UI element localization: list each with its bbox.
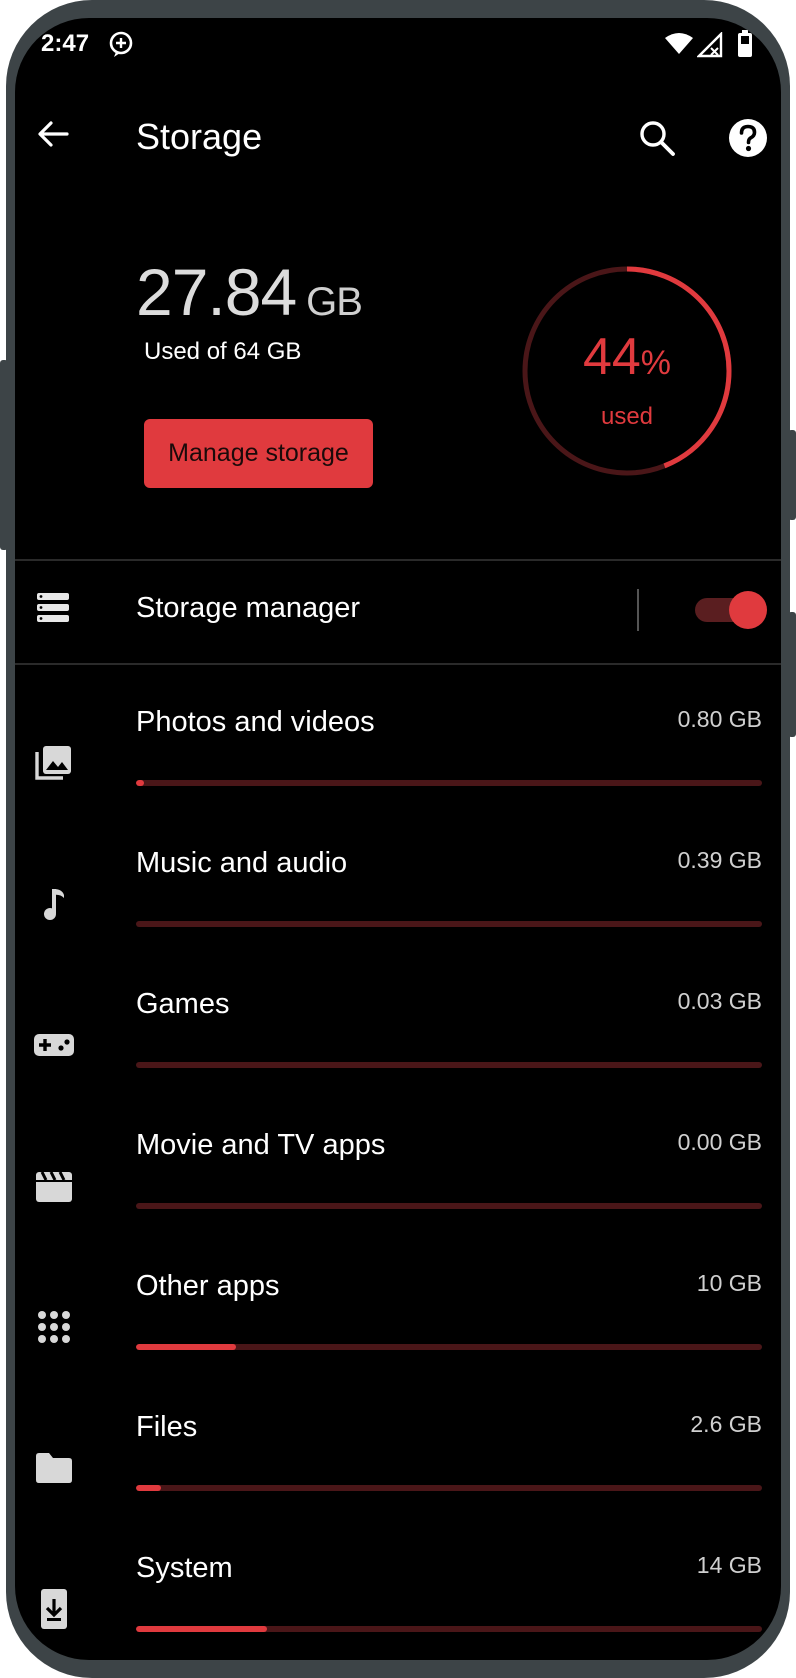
status-time: 2:47 [41,30,90,57]
storage-manager-row[interactable]: Storage manager [15,559,781,663]
category-row-music[interactable]: Music and audio 0.39 GB [15,835,781,975]
category-size: 10 GB [696,1270,762,1296]
power-button-top [788,430,796,520]
category-label: Photos and videos [136,706,375,738]
category-usage-bar [136,1062,762,1068]
storage-manager-toggle-thumb[interactable] [729,591,767,629]
music-note-icon [44,889,64,920]
category-usage-bar [136,1203,762,1209]
category-row-photos[interactable]: Photos and videos 0.80 GB [15,694,781,834]
category-label: Movie and TV apps [136,1129,386,1161]
search-icon[interactable] [637,118,677,158]
category-usage-fill [136,1344,237,1350]
category-size: 2.6 GB [690,1411,762,1437]
category-size: 0.00 GB [677,1129,762,1155]
volume-button [0,360,8,550]
category-row-movies[interactable]: Movie and TV apps 0.00 GB [15,1117,781,1257]
category-usage-fill [136,780,144,786]
category-usage-bar [136,1626,762,1632]
back-arrow-icon[interactable] [35,116,71,152]
category-size: 0.80 GB [677,706,762,732]
category-size: 14 GB [696,1552,762,1578]
category-label: System [136,1552,233,1584]
category-size: 0.39 GB [677,847,762,873]
battery-icon [738,30,752,57]
storage-list-icon [37,593,69,622]
category-label: Music and audio [136,847,348,879]
category-row-other-apps[interactable]: Other apps 10 GB [15,1258,781,1398]
usage-ring: 44% used [521,265,733,477]
storage-manager-label: Storage manager [136,592,361,624]
usage-percent-value: 44 [582,328,641,386]
category-size: 0.03 GB [677,988,762,1014]
app-bar: Storage [15,88,781,178]
storage-manager-separator [637,589,639,631]
status-bar: 2:47 [15,18,781,70]
system-download-icon [41,1589,67,1629]
power-button-bottom [788,612,796,737]
usage-used-label: used [600,403,654,430]
manage-storage-button[interactable]: Manage storage [144,419,373,488]
category-usage-bar [136,921,762,927]
apps-grid-icon [38,1311,70,1343]
category-usage-fill [136,1485,162,1491]
category-row-files[interactable]: Files 2.6 GB [15,1399,781,1539]
category-usage-fill [136,1626,268,1632]
usage-percent: 44% [521,327,733,387]
used-amount: 27.84 GB [136,254,363,330]
category-label: Files [136,1411,198,1443]
used-unit: GB [306,280,363,324]
category-usage-bar [136,1344,762,1350]
notification-icon [109,31,133,57]
used-value: 27.84 [136,255,297,329]
photos-icon [35,746,71,780]
help-icon[interactable] [728,118,768,158]
category-row-system[interactable]: System 14 GB [15,1540,781,1660]
used-of-total: Used of 64 GB [144,338,302,365]
category-usage-bar [136,1485,762,1491]
usage-percent-symbol: % [640,344,672,382]
category-usage-bar [136,780,762,786]
gamepad-icon [34,1034,74,1056]
page-title: Storage [136,116,263,157]
folder-icon [36,1453,72,1483]
phone-screen: 2:47 Storage 27.84 GB Used of 64 GB Mana… [15,18,781,1660]
cellular-signal-icon [697,32,723,58]
category-label: Other apps [136,1270,280,1302]
category-row-games[interactable]: Games 0.03 GB [15,976,781,1116]
category-label: Games [136,988,230,1020]
wifi-icon [665,33,693,54]
divider-bottom [15,663,781,665]
movie-clapper-icon [36,1171,72,1202]
